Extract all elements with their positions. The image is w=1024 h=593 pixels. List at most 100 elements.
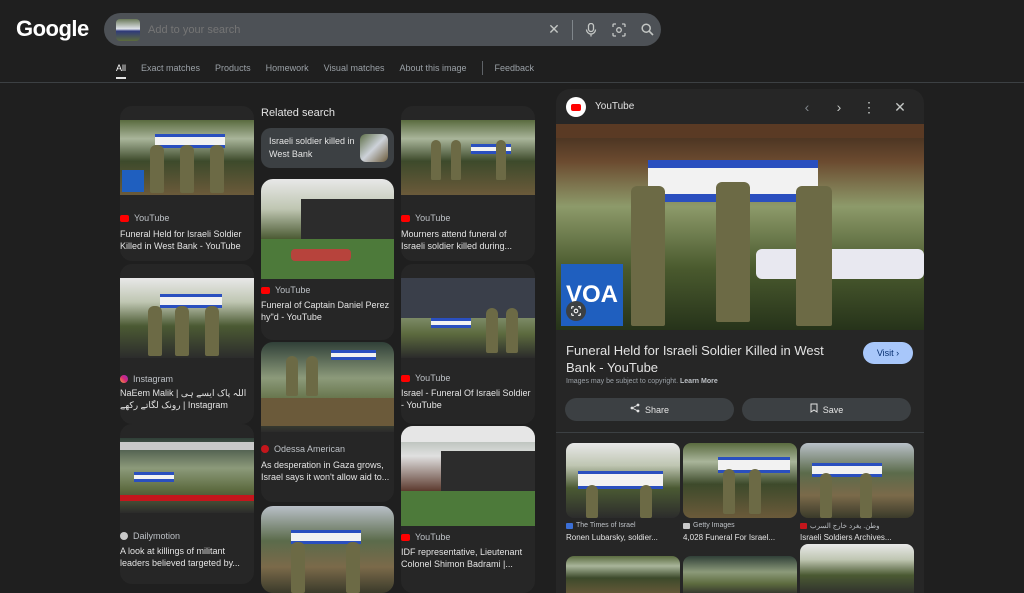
mic-icon[interactable] xyxy=(577,16,605,44)
youtube-icon xyxy=(401,374,410,382)
pergola-structure xyxy=(120,442,254,450)
source-name: YouTube xyxy=(134,213,170,223)
related-search-text: Israeli soldier killed in West Bank xyxy=(269,136,355,159)
result-title[interactable]: Israel - Funeral Of Israeli Soldier - Yo… xyxy=(401,387,531,411)
soldier-figure xyxy=(723,469,735,514)
result-title[interactable]: Funeral of Captain Daniel Perez hy"d - Y… xyxy=(261,299,391,323)
preview-title[interactable]: Funeral Held for Israeli Soldier Killed … xyxy=(566,342,856,376)
dailymotion-icon xyxy=(120,532,128,540)
share-label: Share xyxy=(644,404,670,415)
result-thumbnail[interactable] xyxy=(120,278,254,358)
result-source: Instagram xyxy=(120,374,173,384)
result-thumbnail[interactable] xyxy=(120,438,254,513)
search-tabs: All Exact matches Products Homework Visu… xyxy=(116,60,549,79)
result-card[interactable]: YouTube Funeral Held for Israeli Soldier… xyxy=(120,106,254,261)
youtube-icon xyxy=(401,214,410,222)
crowd-area xyxy=(441,451,535,496)
related-search-chip[interactable]: Israeli soldier killed in West Bank xyxy=(261,128,394,168)
related-image-thumbnail[interactable] xyxy=(800,443,914,518)
result-title[interactable]: Mourners attend funeral of Israeli soldi… xyxy=(401,228,531,252)
tab-visual-matches[interactable]: Visual matches xyxy=(324,63,385,73)
tab-homework[interactable]: Homework xyxy=(266,63,309,73)
chevron-left-icon[interactable]: ‹ xyxy=(796,97,818,117)
result-title[interactable]: NaEem Malik | اللہ پاک ایسے ہی رونک لگات… xyxy=(120,387,250,411)
result-card[interactable] xyxy=(261,506,394,593)
related-image-thumbnail[interactable] xyxy=(566,443,680,518)
source-name: YouTube xyxy=(275,285,311,295)
tab-all[interactable]: All xyxy=(116,63,127,79)
result-thumbnail[interactable] xyxy=(261,506,394,593)
learn-more-link[interactable]: Learn More xyxy=(680,378,718,385)
related-image-title[interactable]: 4,028 Funeral For Israel... xyxy=(683,533,775,542)
news-banner xyxy=(120,495,254,501)
share-button[interactable]: Share xyxy=(565,398,734,421)
tab-exact-matches[interactable]: Exact matches xyxy=(141,63,200,73)
source-name: Odessa American xyxy=(274,444,346,454)
result-thumbnail[interactable] xyxy=(401,120,535,195)
related-image-title[interactable]: Israeli Soldiers Archives... xyxy=(800,533,892,542)
result-card[interactable]: YouTube Funeral of Captain Daniel Perez … xyxy=(261,179,394,340)
soldier-figure xyxy=(431,140,441,180)
close-icon[interactable]: ✕ xyxy=(540,16,568,44)
youtube-icon xyxy=(120,214,129,222)
panel-divider xyxy=(556,432,924,433)
soldier-figure xyxy=(749,469,761,514)
watan-icon xyxy=(800,523,807,529)
result-card[interactable]: Instagram NaEem Malik | اللہ پاک ایسے ہی… xyxy=(120,264,254,424)
result-thumbnail[interactable] xyxy=(401,426,535,526)
result-thumbnail[interactable] xyxy=(261,179,394,279)
search-icon[interactable] xyxy=(633,16,661,44)
close-icon[interactable]: ✕ xyxy=(889,97,911,117)
visit-label: Visit xyxy=(876,348,894,358)
visit-button[interactable]: Visit › xyxy=(863,342,913,364)
result-title[interactable]: IDF representative, Lieutenant Colonel S… xyxy=(401,546,531,570)
search-image-thumbnail[interactable] xyxy=(116,18,140,41)
related-image-thumbnail[interactable] xyxy=(566,556,680,593)
preview-image[interactable]: VOA xyxy=(556,124,924,330)
related-image-thumbnail[interactable] xyxy=(800,544,914,593)
flower-wreaths xyxy=(291,249,351,261)
tab-products[interactable]: Products xyxy=(215,63,251,73)
related-search-heading: Related search xyxy=(261,107,335,119)
tab-feedback[interactable]: Feedback xyxy=(495,63,535,73)
result-source: YouTube xyxy=(401,373,450,383)
chevron-right-icon[interactable]: › xyxy=(828,97,850,117)
save-button[interactable]: Save xyxy=(742,398,911,421)
result-title[interactable]: As desperation in Gaza grows, Israel say… xyxy=(261,459,391,483)
flower-bed xyxy=(756,249,924,279)
result-title[interactable]: A look at killings of militant leaders b… xyxy=(120,545,250,569)
search-bar[interactable]: ✕ xyxy=(104,13,661,46)
tab-about-this-image[interactable]: About this image xyxy=(399,63,466,73)
result-source: Dailymotion xyxy=(120,531,180,541)
google-logo[interactable]: Google xyxy=(16,16,89,42)
source-name: YouTube xyxy=(415,532,451,542)
lens-icon[interactable] xyxy=(605,16,633,44)
soldier-figure xyxy=(286,356,298,396)
soldier-figure xyxy=(180,145,194,193)
lens-search-button[interactable] xyxy=(566,301,586,321)
result-thumbnail[interactable] xyxy=(401,278,535,358)
result-card[interactable]: Dailymotion A look at killings of milita… xyxy=(120,424,254,584)
result-thumbnail[interactable] xyxy=(261,342,394,432)
flag-draped-coffin xyxy=(431,318,471,328)
related-search-thumbnail xyxy=(360,134,388,162)
youtube-icon xyxy=(401,533,410,541)
related-image-thumbnail[interactable] xyxy=(683,443,797,518)
search-input[interactable] xyxy=(148,23,540,36)
result-thumbnail[interactable] xyxy=(120,120,254,195)
soldier-figure xyxy=(210,145,224,193)
related-image-source: وطن. يغرد خارج السرب xyxy=(800,522,880,530)
result-card[interactable]: YouTube IDF representative, Lieutenant C… xyxy=(401,426,535,593)
related-image-thumbnail[interactable] xyxy=(683,556,797,593)
related-image-title[interactable]: Ronen Lubarsky, soldier... xyxy=(566,533,658,542)
more-options-icon[interactable]: ⋮ xyxy=(858,97,880,117)
result-card[interactable]: YouTube Mourners attend funeral of Israe… xyxy=(401,106,535,261)
result-card[interactable]: Odessa American As desperation in Gaza g… xyxy=(261,342,394,502)
odessa-american-icon xyxy=(261,445,269,453)
result-card[interactable]: YouTube Israel - Funeral Of Israeli Sold… xyxy=(401,264,535,424)
source-name: Dailymotion xyxy=(133,531,181,541)
search-divider xyxy=(572,19,573,40)
result-title[interactable]: Funeral Held for Israeli Soldier Killed … xyxy=(120,228,250,252)
soldier-figure xyxy=(506,308,518,353)
panel-source-name[interactable]: YouTube xyxy=(595,101,634,112)
